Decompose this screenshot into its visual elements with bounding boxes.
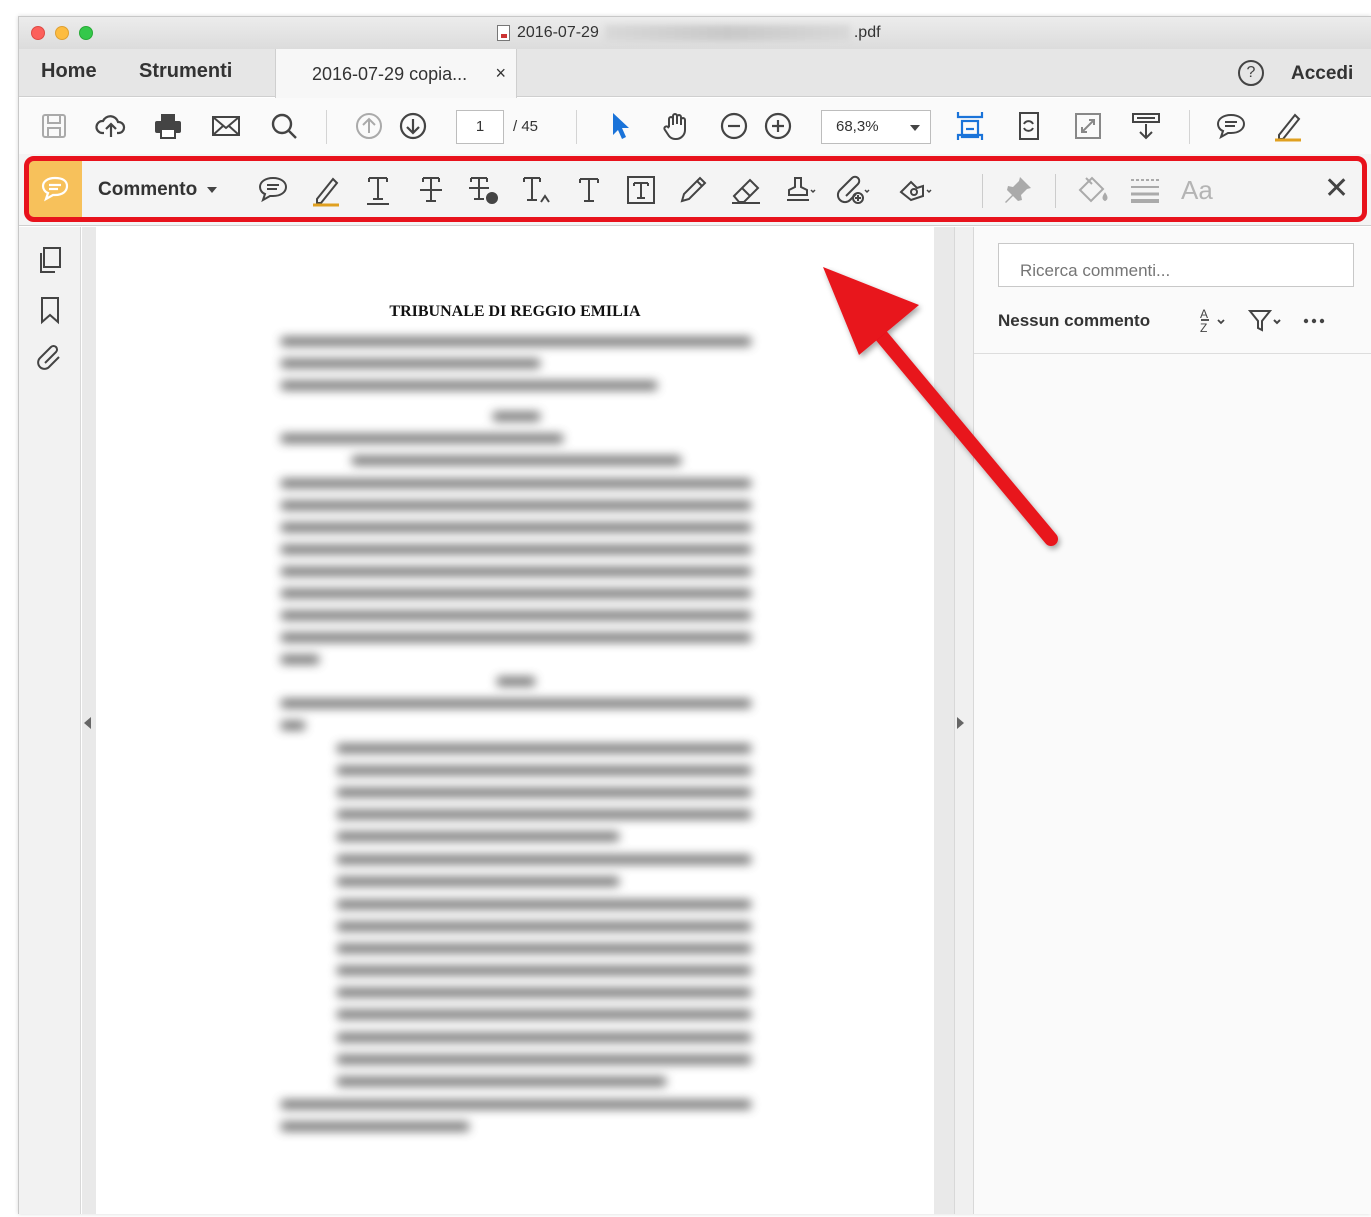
zoom-level-select[interactable]: 68,3% xyxy=(821,110,931,144)
tab-bar: Home Strumenti 2016-07-29 copia... × ? A… xyxy=(19,49,1371,98)
comment-icon[interactable] xyxy=(1214,109,1248,143)
save-icon[interactable] xyxy=(37,109,71,143)
upload-cloud-icon[interactable] xyxy=(94,109,128,143)
bookmark-icon[interactable] xyxy=(35,295,65,325)
read-mode-icon[interactable] xyxy=(1129,109,1163,143)
email-icon[interactable] xyxy=(209,109,243,143)
svg-text:A: A xyxy=(1200,307,1208,321)
tab-home[interactable]: Home xyxy=(41,60,97,83)
zoom-level-value: 68,3% xyxy=(836,118,879,135)
filter-icon[interactable] xyxy=(1246,303,1286,337)
document-heading: TRIBUNALE DI REGGIO EMILIA xyxy=(389,303,641,320)
close-window-button[interactable] xyxy=(31,26,45,40)
sort-az-icon[interactable]: AZ xyxy=(1198,303,1234,337)
print-icon[interactable] xyxy=(151,109,185,143)
page-number-input[interactable]: 1 xyxy=(456,110,504,144)
window-title-start: 2016-07-29 xyxy=(517,24,599,41)
window-title-end: .pdf xyxy=(853,24,881,41)
acrobat-window: 2016-07-29 .pdf Home Strumenti 2016-07-2… xyxy=(18,16,1371,1214)
comments-pane-divider xyxy=(974,353,1371,354)
window-title: 2016-07-29 .pdf xyxy=(497,24,881,42)
fit-page-icon[interactable] xyxy=(953,109,987,143)
left-navigation-rail xyxy=(19,227,81,1214)
blurred-document-text xyxy=(281,337,751,1214)
chevron-down-icon xyxy=(910,125,920,131)
minimize-window-button[interactable] xyxy=(55,26,69,40)
toolbar-divider xyxy=(326,110,327,144)
tab-tools[interactable]: Strumenti xyxy=(139,60,232,83)
previous-page-icon[interactable] xyxy=(352,109,386,143)
annotation-highlight-box xyxy=(24,156,1367,222)
fill-sign-icon[interactable] xyxy=(1271,109,1305,143)
tab-close-icon[interactable]: × xyxy=(495,63,506,84)
pdf-page: TRIBUNALE DI REGGIO EMILIA xyxy=(96,227,1022,1214)
sign-in-button[interactable]: Accedi xyxy=(1291,63,1353,85)
page-total: / 45 xyxy=(513,118,539,135)
attachment-icon[interactable] xyxy=(35,343,65,373)
search-comments-input[interactable] xyxy=(998,243,1354,287)
toolbar-divider xyxy=(576,110,577,144)
page-thumbnails-icon[interactable] xyxy=(35,245,65,275)
comment-toolbar: Commento Aa ✕ xyxy=(19,154,1371,226)
main-toolbar: 1 / 45 68,3% xyxy=(19,98,1371,154)
collapse-left-panel-icon[interactable] xyxy=(84,717,91,729)
toolbar-divider xyxy=(1189,110,1190,144)
help-icon[interactable]: ? xyxy=(1238,60,1264,86)
title-bar: 2016-07-29 .pdf xyxy=(19,17,1371,49)
no-comments-label: Nessun commento xyxy=(998,311,1151,330)
document-viewer[interactable]: TRIBUNALE DI REGGIO EMILIA xyxy=(82,227,1022,1214)
redacted-filename xyxy=(604,25,850,41)
zoom-out-icon[interactable] xyxy=(717,109,751,143)
tab-document[interactable]: 2016-07-29 copia... × xyxy=(275,49,517,98)
zoom-in-icon[interactable] xyxy=(761,109,795,143)
rotate-page-icon[interactable] xyxy=(1012,109,1046,143)
zoom-window-button[interactable] xyxy=(79,26,93,40)
collapse-right-panel-icon[interactable] xyxy=(957,717,964,729)
search-icon[interactable] xyxy=(267,109,301,143)
full-screen-icon[interactable] xyxy=(1071,109,1105,143)
select-cursor-icon[interactable] xyxy=(604,109,638,143)
more-options-icon[interactable] xyxy=(1300,303,1330,337)
tab-document-label: 2016-07-29 copia... xyxy=(312,64,468,84)
comments-pane: Nessun commento AZ xyxy=(974,227,1371,1214)
pdf-file-icon xyxy=(497,25,510,41)
hand-tool-icon[interactable] xyxy=(660,109,694,143)
svg-text:Z: Z xyxy=(1200,321,1207,335)
next-page-icon[interactable] xyxy=(396,109,430,143)
